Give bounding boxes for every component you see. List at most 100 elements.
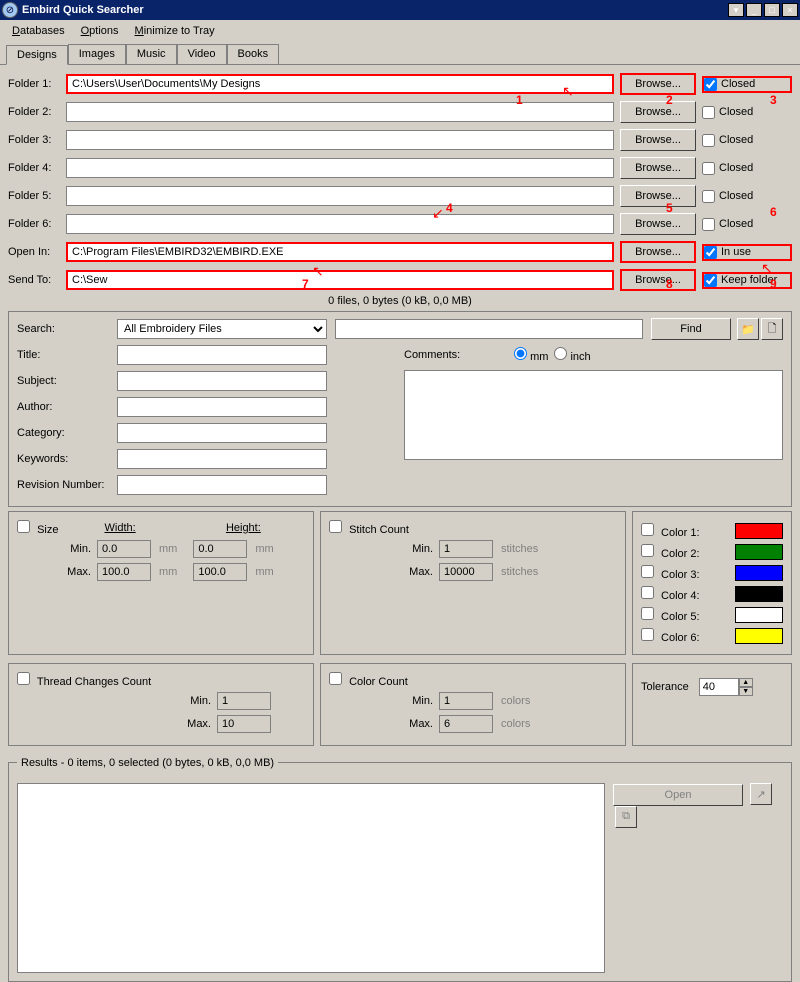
tab-music[interactable]: Music xyxy=(126,44,177,64)
stitch-min-input[interactable] xyxy=(439,540,493,558)
annotation-6: 6 xyxy=(770,205,777,219)
browse-button[interactable]: Browse... xyxy=(620,129,696,151)
width-max-input[interactable] xyxy=(97,563,151,581)
folder-path-input[interactable] xyxy=(66,74,614,94)
folder-row: Send To:Browse... Keep folder xyxy=(8,269,792,291)
folder-option-check[interactable]: Keep folder xyxy=(702,272,792,289)
status-summary: 0 files, 0 bytes (0 kB, 0,0 MB) xyxy=(8,295,792,307)
folder-path-input[interactable] xyxy=(66,242,614,262)
browse-button[interactable]: Browse... xyxy=(620,213,696,235)
search-type-select[interactable]: All Embroidery Files xyxy=(117,319,327,339)
tolerance-spinner[interactable]: ▲▼ xyxy=(699,678,753,696)
folder-path-input[interactable] xyxy=(66,214,614,234)
hide-button[interactable]: ▾ xyxy=(728,3,744,17)
title-input[interactable] xyxy=(117,345,327,365)
height-min-input[interactable] xyxy=(193,540,247,558)
color-check[interactable]: Color 2: xyxy=(641,544,700,560)
min-label: Min. xyxy=(329,695,439,707)
color-swatch[interactable] xyxy=(735,544,783,560)
goto-icon-button[interactable]: ↗ xyxy=(750,783,772,805)
folder-path-input[interactable] xyxy=(66,270,614,290)
find-button[interactable]: Find xyxy=(651,318,731,340)
size-check[interactable]: Size xyxy=(17,520,58,536)
thread-check[interactable]: Thread Changes Count xyxy=(17,676,151,688)
color-check[interactable]: Color 1: xyxy=(641,523,700,539)
tab-video[interactable]: Video xyxy=(177,44,227,64)
subject-input[interactable] xyxy=(117,371,327,391)
unit-inch[interactable]: inch xyxy=(554,347,590,363)
color-swatch[interactable] xyxy=(735,628,783,644)
category-input[interactable] xyxy=(117,423,327,443)
revision-input[interactable] xyxy=(117,475,327,495)
color-swatch[interactable] xyxy=(735,523,783,539)
folder-row: Folder 6:Browse... Closed xyxy=(8,213,792,235)
color-check[interactable]: Color 6: xyxy=(641,628,700,644)
unit-mm[interactable]: mm xyxy=(514,347,548,363)
close-button[interactable]: × xyxy=(782,3,798,17)
folder-option-check[interactable]: Closed xyxy=(702,106,792,119)
thread-min-input[interactable] xyxy=(217,692,271,710)
browse-button[interactable]: Browse... xyxy=(620,185,696,207)
stitch-check[interactable]: Stitch Count xyxy=(329,524,409,536)
subject-label: Subject: xyxy=(17,375,117,387)
folder-option-check[interactable]: Closed xyxy=(702,162,792,175)
height-max-input[interactable] xyxy=(193,563,247,581)
colorcount-check[interactable]: Color Count xyxy=(329,676,408,688)
folder-path-input[interactable] xyxy=(66,130,614,150)
copy-icon-button[interactable]: ⧉ xyxy=(615,806,637,828)
spin-up-icon[interactable]: ▲ xyxy=(739,678,753,687)
browse-button[interactable]: Browse... xyxy=(620,241,696,263)
tolerance-input[interactable] xyxy=(699,678,739,696)
menu-options[interactable]: Options xyxy=(75,23,125,39)
color-row: Color 4: xyxy=(641,583,783,604)
app-icon: ⊘ xyxy=(2,2,18,18)
results-group: Results - 0 items, 0 selected (0 bytes, … xyxy=(8,762,792,982)
results-list[interactable] xyxy=(17,783,605,973)
folder-row: Folder 2:Browse... Closed xyxy=(8,101,792,123)
colorcount-min-input[interactable] xyxy=(439,692,493,710)
max-label: Max. xyxy=(329,566,439,578)
thread-max-input[interactable] xyxy=(217,715,271,733)
browse-button[interactable]: Browse... xyxy=(620,157,696,179)
comments-textarea[interactable] xyxy=(404,370,783,460)
menu-databases[interactable]: Databases xyxy=(6,23,71,39)
width-min-input[interactable] xyxy=(97,540,151,558)
annotation-5: 5 xyxy=(666,201,673,215)
folder-path-input[interactable] xyxy=(66,186,614,206)
color-swatch[interactable] xyxy=(735,586,783,602)
tab-images[interactable]: Images xyxy=(68,44,126,64)
folder-option-check[interactable]: Closed xyxy=(702,134,792,147)
browse-button[interactable]: Browse... xyxy=(620,269,696,291)
color-check[interactable]: Color 5: xyxy=(641,607,700,623)
maximize-button[interactable]: □ xyxy=(764,3,780,17)
folder-path-input[interactable] xyxy=(66,158,614,178)
folder-icon-button[interactable]: 📁 xyxy=(737,318,759,340)
tab-books[interactable]: Books xyxy=(227,44,280,64)
browse-button[interactable]: Browse... xyxy=(620,101,696,123)
open-button[interactable]: Open xyxy=(613,784,743,806)
author-input[interactable] xyxy=(117,397,327,417)
color-check[interactable]: Color 3: xyxy=(641,565,700,581)
color-check[interactable]: Color 4: xyxy=(641,586,700,602)
colorcount-max-input[interactable] xyxy=(439,715,493,733)
folder-option-check[interactable]: Closed xyxy=(702,76,792,93)
color-swatch[interactable] xyxy=(735,607,783,623)
new-icon-button[interactable]: 🗋 xyxy=(761,318,783,340)
minimize-button[interactable]: _ xyxy=(746,3,762,17)
stitch-group: Stitch Count Min.stitches Max.stitches xyxy=(320,511,626,655)
spin-down-icon[interactable]: ▼ xyxy=(739,687,753,696)
menu-minimize[interactable]: Minimize to Tray xyxy=(129,23,221,39)
color-swatch[interactable] xyxy=(735,565,783,581)
tab-designs[interactable]: Designs xyxy=(6,45,68,65)
stitch-max-input[interactable] xyxy=(439,563,493,581)
folder-label: Folder 3: xyxy=(8,134,66,146)
folder-option-check[interactable]: In use xyxy=(702,244,792,261)
folder-path-input[interactable] xyxy=(66,102,614,122)
annotation-8: 8 xyxy=(666,277,673,291)
search-text-input[interactable] xyxy=(335,319,643,339)
folder-option-check[interactable]: Closed xyxy=(702,190,792,203)
folder-option-check[interactable]: Closed xyxy=(702,218,792,231)
keywords-input[interactable] xyxy=(117,449,327,469)
folder-row: Folder 3: Browse... Closed xyxy=(8,129,792,151)
browse-button[interactable]: Browse... xyxy=(620,73,696,95)
